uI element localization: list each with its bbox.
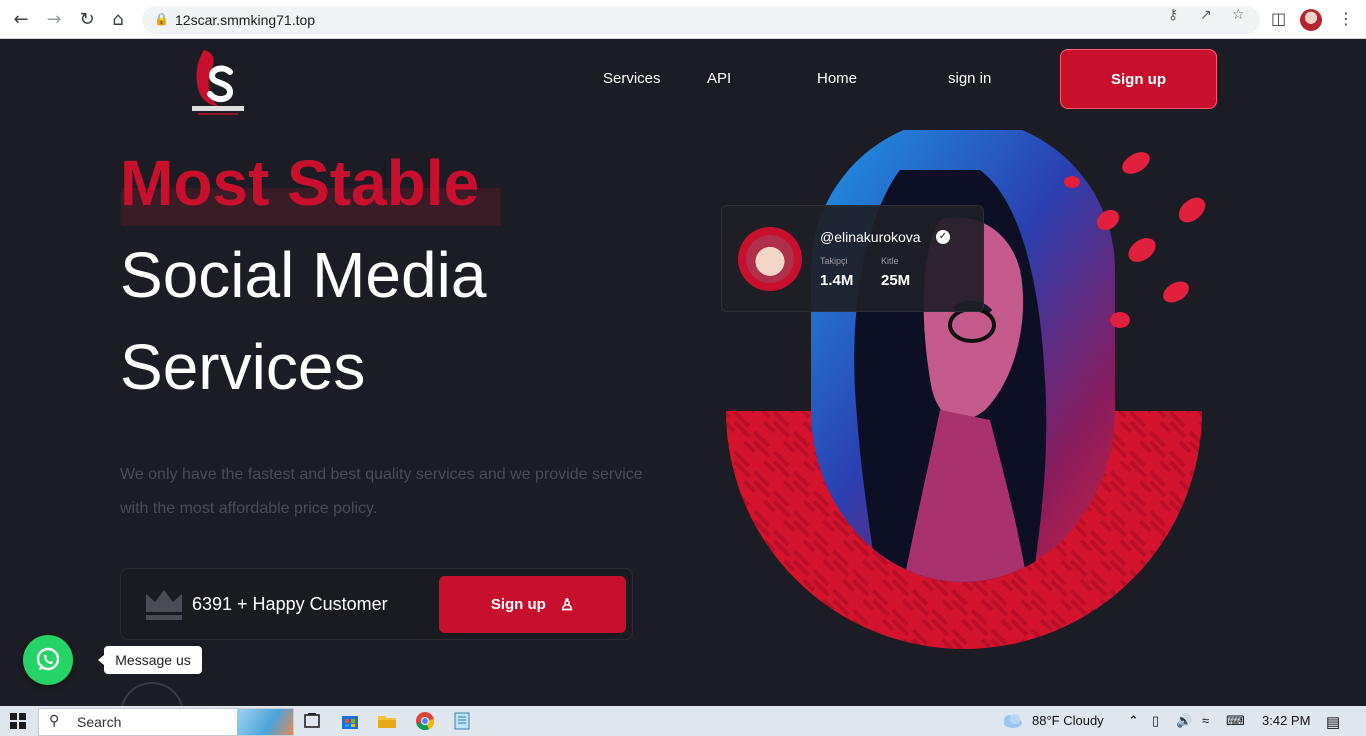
hero-title-line-3: Services xyxy=(120,331,366,403)
lock-icon: 🔒 xyxy=(154,12,169,26)
audience-label: Kitle xyxy=(881,256,899,266)
chrome-icon[interactable] xyxy=(415,711,435,731)
weather-status[interactable]: 88°F Cloudy xyxy=(1032,713,1104,728)
tray-chevron-up-icon[interactable]: ⌃ xyxy=(1128,713,1139,729)
file-explorer-icon[interactable] xyxy=(377,711,397,731)
home-icon[interactable]: ⌂ xyxy=(107,9,129,31)
menu-dots-icon[interactable]: ⋮ xyxy=(1338,9,1354,28)
taskbar-clock[interactable]: 3:42 PM xyxy=(1262,713,1310,728)
user-icon: ♙ xyxy=(559,596,575,614)
hero-description: We only have the fastest and best qualit… xyxy=(120,466,643,517)
hero-sign-up-label: Sign up xyxy=(490,596,546,613)
search-highlight-image xyxy=(237,709,293,735)
microsoft-store-icon[interactable] xyxy=(340,711,360,731)
address-bar[interactable]: 🔒 12scar.smmking71.top xyxy=(142,6,1260,34)
profile-avatar-icon[interactable] xyxy=(1300,9,1322,31)
star-icon[interactable]: ☆ xyxy=(1232,7,1245,23)
windows-start-icon[interactable] xyxy=(10,713,26,729)
key-icon[interactable]: ⚷ xyxy=(1168,7,1178,23)
header-sign-up-button[interactable]: Sign up xyxy=(1060,49,1217,109)
nav-sign-in-link[interactable]: sign in xyxy=(948,70,991,87)
url-text: 12scar.smmking71.top xyxy=(175,12,316,28)
wifi-icon[interactable]: ≈ xyxy=(1202,713,1209,728)
reload-icon[interactable]: ↻ xyxy=(76,9,98,31)
verified-badge-icon: ✓ xyxy=(936,230,950,244)
side-panel-icon[interactable]: ◫ xyxy=(1271,9,1286,28)
back-icon[interactable]: ← xyxy=(10,9,32,31)
followers-label: Takipçi xyxy=(820,256,848,266)
site-logo[interactable] xyxy=(190,42,246,118)
influencer-avatar xyxy=(738,227,802,291)
taskbar-search-box[interactable]: ⚲ Search xyxy=(38,708,294,736)
task-view-icon[interactable] xyxy=(302,711,322,731)
notepad-icon[interactable] xyxy=(452,711,472,731)
whatsapp-message-bubble[interactable]: Message us xyxy=(98,646,202,674)
followers-value: 1.4M xyxy=(820,272,854,289)
taskbar-search-placeholder: Search xyxy=(77,714,122,730)
search-icon: ⚲ xyxy=(49,713,60,729)
cloudy-weather-icon[interactable] xyxy=(1000,711,1024,731)
whatsapp-chat-button[interactable] xyxy=(23,635,73,685)
forward-icon[interactable]: → xyxy=(43,9,65,31)
crown-icon xyxy=(146,590,182,620)
volume-icon[interactable]: 🔊 xyxy=(1176,713,1192,729)
hero-title-line-2: Social Media xyxy=(120,239,487,311)
happy-customers-count: 6391 + Happy Customer xyxy=(192,594,388,614)
audience-value: 25M xyxy=(881,272,911,289)
hero-title-line-1: Most Stable xyxy=(120,147,480,219)
influencer-username: @elinakurokova xyxy=(820,229,921,245)
nav-api-link[interactable]: API xyxy=(707,70,731,87)
nav-services-link[interactable]: Services xyxy=(603,70,661,87)
share-icon[interactable]: ↗ xyxy=(1200,7,1212,23)
battery-icon[interactable]: ▯ xyxy=(1152,713,1159,729)
notifications-icon[interactable]: ▤ xyxy=(1326,713,1340,731)
whatsapp-icon xyxy=(36,647,60,671)
nav-home-link[interactable]: Home xyxy=(817,70,857,87)
keyboard-icon[interactable]: ⌨ xyxy=(1226,713,1245,729)
hero-sign-up-button[interactable]: Sign up ♙ xyxy=(439,576,626,633)
